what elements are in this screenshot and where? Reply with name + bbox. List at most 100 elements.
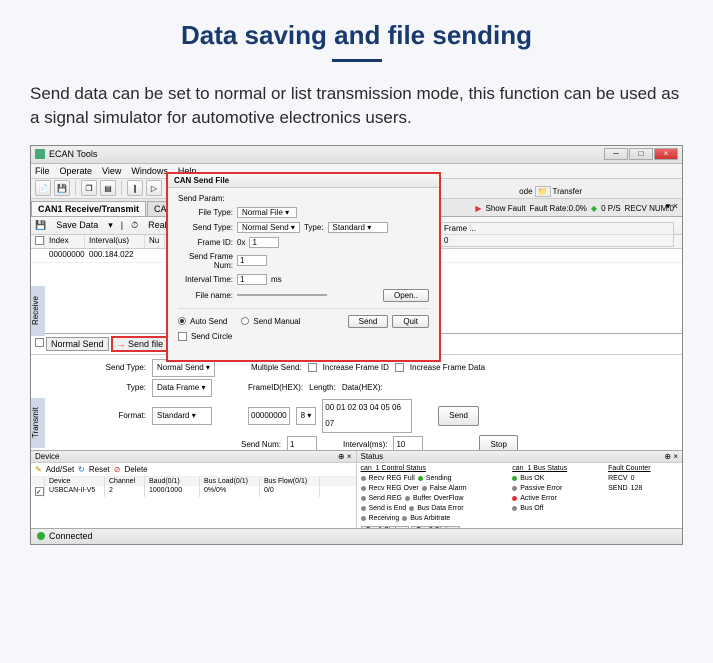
dlg-ms-label: ms — [271, 275, 282, 284]
inc-frame-id-label: Increase Frame ID — [323, 360, 389, 376]
close-button[interactable]: × — [654, 148, 678, 160]
format-label: Format: — [91, 408, 146, 424]
dlg-quit-button[interactable]: Quit — [392, 315, 429, 328]
device-row-checkbox[interactable]: ✓ — [35, 487, 44, 496]
dlg-send-button[interactable]: Send — [348, 315, 389, 328]
window-icon[interactable]: ❐ — [81, 180, 97, 196]
status-col2-title: can_1 Bus Status — [512, 465, 596, 472]
dlg-type-label: Type: — [304, 223, 324, 232]
menu-operate[interactable]: Operate — [60, 166, 93, 176]
dlg-frame-id-label: Frame ID: — [178, 238, 233, 247]
dlg-file-name-input[interactable] — [237, 294, 327, 296]
dev-row-baud: 1000/1000 — [145, 486, 200, 497]
dlg-send-manual-label: Send Manual — [253, 317, 300, 326]
reset-icon: ↻ — [78, 465, 85, 474]
recv-num: RECV NUM:0 — [625, 204, 674, 213]
status-pin-icon[interactable]: ⊕ × — [664, 452, 678, 461]
transmit-side-tab[interactable]: Transmit — [31, 398, 45, 448]
save-data-dropdown[interactable]: Save Data — [54, 219, 100, 231]
dlg-send-frame-num-input[interactable]: 1 — [237, 255, 267, 266]
receive-side-tab[interactable]: Receive — [31, 286, 45, 336]
addset-button[interactable]: Add/Set — [46, 465, 74, 474]
status-receiving: Receiving — [369, 514, 400, 524]
status-recv-val: 0 — [631, 474, 635, 484]
dev-col-busflow: Bus Flow(0/1) — [260, 477, 320, 486]
data-hex-label: Data(HEX): — [342, 380, 383, 396]
normal-send-button[interactable]: Normal Send — [46, 337, 109, 351]
status-active-error: Active Error — [520, 494, 557, 504]
dlg-open-button[interactable]: Open.. — [383, 289, 429, 302]
frameid-hex-label: FrameID(HEX): — [248, 380, 303, 396]
statusbar: Connected — [31, 528, 682, 544]
dlg-send-type-select[interactable]: Normal Send ▾ — [237, 222, 300, 233]
tab-can1[interactable]: CAN1 Receive/Transmit — [31, 201, 146, 216]
menu-view[interactable]: View — [102, 166, 121, 176]
dlg-file-name-label: File name: — [178, 291, 233, 300]
delete-button[interactable]: Delete — [124, 465, 147, 474]
send-file-button[interactable]: → Send file — [111, 336, 170, 352]
tile-icon[interactable]: ▤ — [100, 180, 116, 196]
status-send-reg: Send REG — [369, 494, 402, 504]
fault-rate: Fault Rate:0.0% — [530, 204, 587, 213]
status-recv-reg-full: Recv REG Full — [369, 474, 415, 484]
select-all-checkbox[interactable] — [35, 236, 44, 245]
transfer-label[interactable]: Transfer — [553, 187, 583, 196]
inc-frame-data-checkbox[interactable] — [395, 363, 404, 372]
minimize-button[interactable]: ─ — [604, 148, 628, 160]
inc-frame-data-label: Increase Frame Data — [410, 360, 485, 376]
device-pin-icon[interactable]: ⊕ × — [338, 452, 352, 461]
dlg-type-select[interactable]: Standard ▾ — [328, 222, 388, 233]
col-nu: Nu — [145, 235, 165, 248]
pps-value: 0 P/S — [601, 204, 621, 213]
maximize-button[interactable]: □ — [629, 148, 653, 160]
dev-row-busload: 0%/0% — [200, 486, 260, 497]
dlg-interval-time-input[interactable]: 1 — [237, 274, 267, 285]
new-icon[interactable]: 📄 — [35, 180, 51, 196]
status-buffer-overflow: Buffer OverFlow — [413, 494, 463, 504]
transfer-icon[interactable]: 📁 — [535, 186, 551, 197]
data-input[interactable]: 00 01 02 03 04 05 06 07 — [322, 399, 412, 433]
menu-windows[interactable]: Windows — [131, 166, 168, 176]
addset-icon: ✎ — [35, 465, 42, 474]
dev-col-busload: Bus Load(0/1) — [200, 477, 260, 486]
dlg-frame-id-input[interactable]: 1 — [249, 237, 279, 248]
reset-button[interactable]: Reset — [89, 465, 110, 474]
send-type-label: Send Type: — [91, 360, 146, 376]
status-title: Status — [361, 452, 384, 461]
dlg-file-type-select[interactable]: Normal File ▾ — [237, 207, 297, 218]
send-button[interactable]: Send — [438, 406, 479, 426]
inc-frame-id-checkbox[interactable] — [308, 363, 317, 372]
menu-file[interactable]: File — [35, 166, 50, 176]
save-icon[interactable]: 💾 — [54, 180, 70, 196]
length-label: Length: — [309, 380, 336, 396]
device-title: Device — [35, 452, 59, 461]
dlg-auto-send-radio[interactable] — [178, 317, 186, 325]
frame-box: Frame ... 0 — [439, 222, 674, 247]
send-param-label: Send Param: — [178, 194, 429, 203]
normal-send-checkbox[interactable] — [35, 338, 44, 347]
dev-col-channel: Channel — [105, 477, 145, 486]
app-title: ECAN Tools — [49, 149, 97, 159]
status-send-val: 128 — [631, 484, 643, 494]
status-recv-reg-over: Recv REG Over — [369, 484, 419, 494]
status-passive-error: Passive Error — [520, 484, 562, 494]
show-fault-button[interactable]: Show Fault — [486, 204, 526, 213]
status-bus-off: Bus Off — [520, 504, 543, 514]
connection-status: Connected — [49, 531, 93, 541]
dev-col-device: Device — [45, 477, 105, 486]
status-col1-title: can_1 Control Status — [361, 465, 501, 472]
play-icon[interactable]: ▷ — [146, 180, 162, 196]
length-select[interactable]: 8 ▾ — [296, 407, 317, 425]
dlg-frame-id-prefix: 0x — [237, 238, 245, 247]
type-select[interactable]: Data Frame ▾ — [152, 379, 212, 397]
frameid-input[interactable]: 00000000 — [248, 407, 290, 425]
dlg-send-circle-checkbox[interactable] — [178, 332, 187, 341]
frame-header: Frame ... — [440, 223, 673, 235]
dlg-send-manual-radio[interactable] — [241, 317, 249, 325]
title-underline — [332, 59, 382, 62]
status-col3-title: Fault Counter — [608, 465, 678, 472]
pause-icon[interactable]: ∥ — [127, 180, 143, 196]
can-send-file-dialog: CAN Send File Send Param: File Type: Nor… — [166, 172, 441, 362]
status-bus-ok: Bus OK — [520, 474, 544, 484]
format-select[interactable]: Standard ▾ — [152, 407, 212, 425]
